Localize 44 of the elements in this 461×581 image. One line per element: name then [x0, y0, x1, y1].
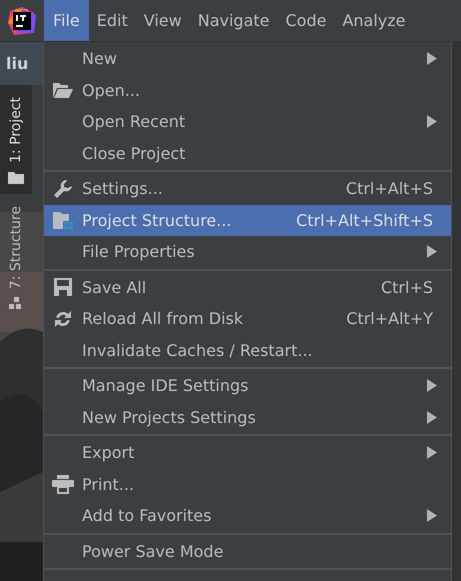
structure-icon	[9, 297, 23, 312]
menu-entry[interactable]: Open Recent	[44, 106, 451, 138]
reload-icon	[54, 310, 72, 328]
menu-entry[interactable]: Reload All from Disk Ctrl+Alt+Y	[44, 303, 451, 334]
submenu-arrow-icon	[427, 410, 437, 424]
menu-entry[interactable]: Manage IDE Settings	[44, 370, 451, 402]
submenu-arrow-icon	[427, 379, 437, 392]
menu-entry[interactable]: Save All Ctrl+S	[44, 272, 451, 303]
menu-entry[interactable]: Add to Favorites	[44, 500, 451, 532]
app-logo-icon[interactable]	[8, 6, 36, 34]
tool-window-tab[interactable]: 1: Project	[0, 85, 32, 194]
menu-entry[interactable]: New Projects Settings	[44, 402, 451, 433]
menu-entry[interactable]: Open...	[44, 74, 451, 106]
shortcut-text: Ctrl+Alt+Y	[346, 309, 433, 328]
menu-entry[interactable]: File Properties	[44, 236, 451, 268]
menu-entry[interactable]: Project Structure... Ctrl+Alt+Shift+S	[44, 204, 451, 236]
menu-item[interactable]: Code	[278, 0, 334, 41]
menu-entry[interactable]: Settings... Ctrl+Alt+S	[44, 173, 451, 204]
shortcut-text: Ctrl+Alt+Shift+S	[296, 210, 433, 230]
submenu-arrow-icon	[427, 509, 437, 522]
wrench-icon	[53, 178, 73, 199]
menu-entry[interactable]: Power Save Mode	[44, 536, 451, 567]
folder-icon	[8, 170, 24, 184]
menu-item[interactable]: Analyze	[334, 0, 414, 41]
menu-entry[interactable]: Invalidate Caches / Restart...	[44, 334, 451, 366]
menu-entry[interactable]: Close Project	[44, 138, 451, 169]
shortcut-text: Ctrl+Alt+S	[346, 179, 433, 198]
submenu-arrow-icon	[427, 52, 437, 66]
menu-item[interactable]: File	[44, 0, 89, 41]
folder-icon	[53, 82, 73, 98]
menu-entry[interactable]: Print...	[44, 468, 451, 500]
menu-item[interactable]: View	[136, 0, 190, 41]
menu-entry[interactable]: New	[44, 43, 451, 74]
submenu-arrow-icon	[427, 115, 437, 128]
tool-window-tab[interactable]: 7: Structure	[0, 194, 32, 322]
submenu-arrow-icon	[427, 245, 437, 258]
shortcut-text: Ctrl+S	[380, 278, 433, 297]
menu-item[interactable]: Navigate	[190, 0, 278, 41]
folder-grid-icon	[53, 212, 73, 229]
printer-icon	[52, 474, 74, 494]
submenu-arrow-icon	[427, 446, 437, 460]
project-title: liu	[6, 54, 28, 73]
menu-entry[interactable]: Export	[44, 437, 451, 468]
menu-item[interactable]: Edit	[88, 0, 136, 41]
